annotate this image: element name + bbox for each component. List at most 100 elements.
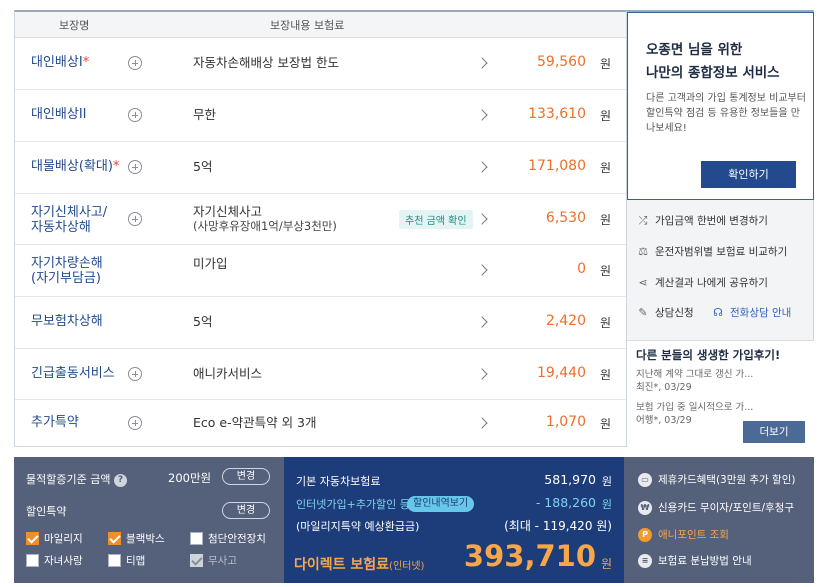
table-row: 대인배상II 무한 133,610 원 xyxy=(15,90,626,142)
coverage-content: 5억 xyxy=(193,159,213,174)
direct-premium-value: 393,710 xyxy=(463,539,596,573)
discount-value: - 188,260 xyxy=(535,495,596,510)
premium-value: 19,440 xyxy=(537,365,586,381)
won-unit: 원 xyxy=(599,161,611,175)
table-row: 무보험차상해 5억 2,420 원 xyxy=(15,297,626,349)
expand-plus-icon[interactable] xyxy=(128,367,142,381)
link-compare-driver[interactable]: ⚖ 운전자범위별 보험료 비교하기 xyxy=(637,244,787,259)
promo-title-line2: 나만의 종합정보 서비스 xyxy=(646,65,780,81)
review-box: 다른 분들의 생생한 가입후기! 지난해 계약 그대로 갱신 가... 최진*, … xyxy=(627,340,814,447)
review-item[interactable]: 보험 가입 중 일시적으로 가... 어행*, 03/29 xyxy=(636,401,753,427)
won-unit: 원 xyxy=(600,557,612,571)
discount-detail-button[interactable]: 할인내역보기 xyxy=(407,496,475,512)
checkbox-disabled-icon xyxy=(190,554,203,567)
won-unit: 원 xyxy=(599,57,611,71)
expand-plus-icon[interactable] xyxy=(128,416,142,430)
coverage-content: 5억 xyxy=(193,314,213,329)
chevron-right-icon[interactable] xyxy=(476,316,488,328)
premium-value: 0 xyxy=(577,261,586,277)
checkbox-empty-icon xyxy=(190,532,203,545)
chevron-right-icon[interactable] xyxy=(476,161,488,173)
payment-benefits: ▭ 제휴카드혜택(3만원 추가 할인) ₩ 신용카드 무이자/포인트/후청구 P 애니… xyxy=(624,457,814,583)
checkbox-blackbox[interactable]: 블랙박스 xyxy=(108,531,165,546)
coverage-name[interactable]: 자기신체사고/자동차상해 xyxy=(31,205,107,235)
coverage-content: 자기신체사고 (사망후유장애1억/부상3천만) xyxy=(193,204,337,234)
chevron-right-icon[interactable] xyxy=(476,264,488,276)
link-card-benefit[interactable]: ▭ 제휴카드혜택(3만원 추가 할인) xyxy=(638,472,795,487)
internet-discount-label: 인터넷가입+추가할인 등 xyxy=(296,498,410,511)
card-icon: ▭ xyxy=(638,472,652,487)
expand-plus-icon[interactable] xyxy=(128,212,142,226)
expand-plus-icon[interactable] xyxy=(128,56,142,70)
checkbox-child-love[interactable]: 자녀사랑 xyxy=(26,553,83,568)
checkbox-tmap[interactable]: 티맵 xyxy=(108,553,145,568)
chevron-right-icon[interactable] xyxy=(476,417,488,429)
premium-summary-bar: 물적할증기준 금액 ? 200만원 변경 할인특약 변경 마일리지 블랙박스 첨… xyxy=(14,457,814,583)
coverage-name[interactable]: 대물배상(확대)* xyxy=(31,159,119,174)
table-row: 자기신체사고/자동차상해 자기신체사고 (사망후유장애1억/부상3천만) 추천 금… xyxy=(15,194,626,245)
link-consult[interactable]: ✎ 상담신청 xyxy=(637,305,693,320)
won-unit: 원 xyxy=(599,417,611,431)
chevron-right-icon[interactable] xyxy=(476,213,488,225)
won-unit: 원 xyxy=(599,316,611,330)
help-icon[interactable]: ? xyxy=(113,473,127,487)
header-coverage-name: 보장명 xyxy=(59,19,90,32)
won-unit: 원 xyxy=(599,213,611,227)
mileage-base-label: 물적할증기준 금액 ? xyxy=(26,471,127,487)
coverage-name[interactable]: 긴급출동서비스 xyxy=(31,366,115,381)
link-share-result[interactable]: ⋖ 계산결과 나에게 공유하기 xyxy=(637,275,768,290)
base-premium-value: 581,970 xyxy=(544,472,596,487)
link-phone-consult[interactable]: ☊ 전화상담 안내 xyxy=(712,305,791,320)
confirm-button[interactable]: 확인하기 xyxy=(701,161,796,188)
premium-value: 6,530 xyxy=(545,210,586,226)
expand-plus-icon[interactable] xyxy=(128,108,142,122)
coverage-name[interactable]: 무보험차상해 xyxy=(31,314,103,329)
coverage-content: 애니카서비스 xyxy=(193,366,263,381)
link-change-amount[interactable]: ⤮ 가입금액 한번에 변경하기 xyxy=(637,213,768,228)
change-amount-button[interactable]: 변경 xyxy=(222,468,270,485)
table-row: 추가특약 Eco e-약관특약 외 3개 1,070 원 xyxy=(15,400,626,446)
chevron-right-icon[interactable] xyxy=(476,368,488,380)
discount-label: 할인특약 xyxy=(26,505,67,518)
chevron-right-icon[interactable] xyxy=(476,109,488,121)
recommend-amount-badge[interactable]: 추천 금액 확인 xyxy=(399,210,473,229)
coverage-name[interactable]: 자기차량손해 (자기부담금) xyxy=(31,256,103,286)
change-discount-button[interactable]: 변경 xyxy=(222,502,270,519)
premium-value: 171,080 xyxy=(528,158,586,174)
checkbox-mileage[interactable]: 마일리지 xyxy=(26,531,83,546)
won-unit: 원 xyxy=(599,368,611,382)
promo-title-line1: 오종면 님을 위한 xyxy=(646,42,743,58)
checkbox-checked-icon xyxy=(26,532,39,545)
table-row: 대인배상I* 자동차손해배상 보장법 한도 59,560 원 xyxy=(15,38,626,90)
point-icon: P xyxy=(638,527,652,542)
link-credit-card[interactable]: ₩ 신용카드 무이자/포인트/후청구 xyxy=(638,500,794,515)
scale-icon: ⚖ xyxy=(638,244,648,258)
list-icon: ≡ xyxy=(638,553,652,568)
discount-settings: 물적할증기준 금액 ? 200만원 변경 할인특약 변경 마일리지 블랙박스 첨… xyxy=(14,457,284,583)
chevron-right-icon[interactable] xyxy=(476,57,488,69)
won-unit: 원 xyxy=(599,264,611,278)
mileage-refund-value: (최대 - 119,420 원) xyxy=(504,519,612,533)
link-anypoint[interactable]: P 애니포인트 조회 xyxy=(638,527,729,542)
won-unit: 원 xyxy=(599,109,611,123)
shuffle-icon: ⤮ xyxy=(638,213,648,227)
coverage-name[interactable]: 추가특약 xyxy=(31,415,79,430)
expand-plus-icon[interactable] xyxy=(128,160,142,174)
coverage-content: 미가입 xyxy=(193,256,228,271)
premium-totals: 기본 자동차보험료 581,970 원 인터넷가입+추가할인 등 할인내역보기 … xyxy=(284,457,624,583)
link-installment[interactable]: ≡ 보험료 분납방법 안내 xyxy=(638,553,752,568)
checkbox-checked-icon xyxy=(108,532,121,545)
coverage-content: Eco e-약관특약 외 3개 xyxy=(193,415,317,430)
coverage-name[interactable]: 대인배상I* xyxy=(31,55,89,70)
review-title: 다른 분들의 생생한 가입후기! xyxy=(636,348,781,362)
personal-info-promo: 오종면 님을 위한 나만의 종합정보 서비스 다른 고객과의 가입 통계정보 비… xyxy=(627,12,814,200)
checkbox-empty-icon xyxy=(108,554,121,567)
checkbox-safety-device[interactable]: 첨단안전장치 xyxy=(190,531,266,546)
base-premium-label: 기본 자동차보험료 xyxy=(296,475,381,488)
checkbox-empty-icon xyxy=(26,554,39,567)
review-item[interactable]: 지난해 계약 그대로 갱신 가... 최진*, 03/29 xyxy=(636,368,753,394)
more-reviews-button[interactable]: 더보기 xyxy=(743,421,805,443)
direct-premium-label: 다이렉트 보험료(인터넷) xyxy=(294,557,425,573)
table-row: 긴급출동서비스 애니카서비스 19,440 원 xyxy=(15,349,626,400)
coverage-name[interactable]: 대인배상II xyxy=(31,107,87,122)
